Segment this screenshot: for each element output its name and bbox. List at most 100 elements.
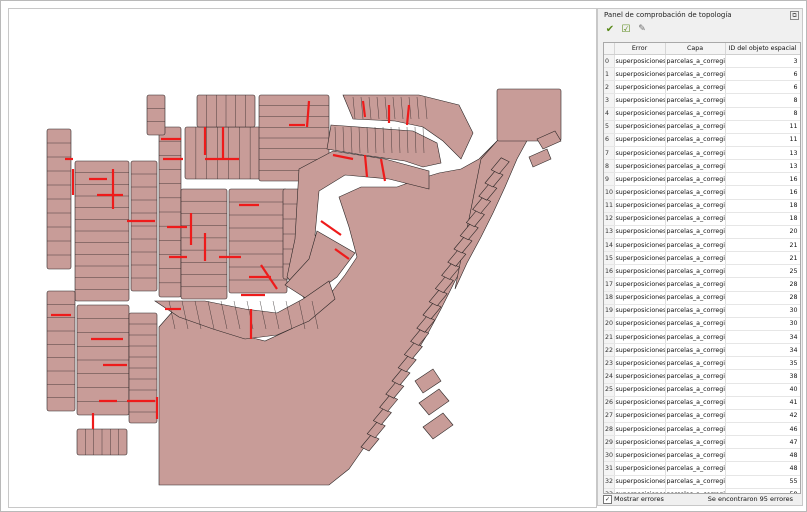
row-index[interactable]: 26 xyxy=(604,396,615,410)
row-index[interactable]: 8 xyxy=(604,159,615,174)
row-index[interactable]: 21 xyxy=(604,330,615,345)
row-index[interactable]: 0 xyxy=(604,54,615,69)
row-index[interactable]: 27 xyxy=(604,409,615,423)
row-index[interactable]: 33 xyxy=(604,488,615,493)
column-header-error[interactable]: Error xyxy=(614,43,666,55)
row-index[interactable]: 24 xyxy=(604,369,615,384)
table-row[interactable]: 21 superposiciones parcelas_a_corregir 34 xyxy=(604,330,800,345)
validate-extent-button[interactable]: ☑ xyxy=(620,23,632,35)
column-header-index[interactable] xyxy=(604,43,615,55)
row-index[interactable]: 11 xyxy=(604,199,615,213)
panel-footer: ✓ Mostrar errores Se encontraron 95 erro… xyxy=(603,495,799,505)
parcel-map[interactable] xyxy=(9,9,596,507)
row-index[interactable]: 31 xyxy=(604,461,615,476)
parcel-block xyxy=(422,412,454,440)
show-errors-checkbox[interactable]: ✓ xyxy=(603,495,612,504)
row-index[interactable]: 1 xyxy=(604,67,615,82)
table-row[interactable]: 31 superposiciones parcelas_a_corregir 48 xyxy=(604,461,800,476)
table-row[interactable]: 16 superposiciones parcelas_a_corregir 25 xyxy=(604,264,800,279)
configure-rules-button[interactable]: ✎ xyxy=(636,23,648,35)
float-panel-icon[interactable]: ⧉ xyxy=(790,11,799,20)
table-row[interactable]: 24 superposiciones parcelas_a_corregir 38 xyxy=(604,369,800,384)
layer-cell: parcelas_a_corregir xyxy=(665,172,726,187)
table-row[interactable]: 20 superposiciones parcelas_a_corregir 30 xyxy=(604,317,800,331)
table-row[interactable]: 28 superposiciones parcelas_a_corregir 46 xyxy=(604,422,800,437)
table-row[interactable]: 23 superposiciones parcelas_a_corregir 35 xyxy=(604,356,800,371)
errors-table: Error Capa ID del objeto espacial 0 super… xyxy=(604,43,800,493)
table-row[interactable]: 2 superposiciones parcelas_a_corregir 6 xyxy=(604,80,800,95)
table-row[interactable]: 17 superposiciones parcelas_a_corregir 28 xyxy=(604,277,800,292)
error-type-cell: superposiciones xyxy=(614,461,666,476)
table-row[interactable]: 10 superposiciones parcelas_a_corregir 16 xyxy=(604,185,800,200)
table-row[interactable]: 18 superposiciones parcelas_a_corregir 28 xyxy=(604,291,800,305)
row-index[interactable]: 19 xyxy=(604,304,615,318)
row-index[interactable]: 17 xyxy=(604,277,615,292)
table-row[interactable]: 1 superposiciones parcelas_a_corregir 6 xyxy=(604,67,800,82)
row-index[interactable]: 13 xyxy=(604,225,615,239)
row-index[interactable]: 2 xyxy=(604,80,615,95)
table-row[interactable]: 22 superposiciones parcelas_a_corregir 34 xyxy=(604,343,800,358)
row-index[interactable]: 4 xyxy=(604,107,615,121)
show-errors-label[interactable]: Mostrar errores xyxy=(614,495,664,503)
table-row[interactable]: 19 superposiciones parcelas_a_corregir 30 xyxy=(604,304,800,318)
table-row[interactable]: 3 superposiciones parcelas_a_corregir 8 xyxy=(604,93,800,108)
feature-id-cell: 18 xyxy=(725,199,800,213)
table-row[interactable]: 9 superposiciones parcelas_a_corregir 16 xyxy=(604,172,800,187)
table-row[interactable]: 12 superposiciones parcelas_a_corregir 18 xyxy=(604,212,800,226)
error-type-cell: superposiciones xyxy=(614,54,666,69)
table-row[interactable]: 15 superposiciones parcelas_a_corregir 21 xyxy=(604,251,800,266)
feature-id-cell: 13 xyxy=(725,146,800,161)
map-canvas[interactable] xyxy=(8,8,597,508)
row-index[interactable]: 25 xyxy=(604,383,615,397)
row-index[interactable]: 23 xyxy=(604,356,615,371)
error-type-cell: superposiciones xyxy=(614,172,666,187)
table-row[interactable]: 0 superposiciones parcelas_a_corregir 3 xyxy=(604,54,800,69)
validate-all-button[interactable]: ✔ xyxy=(604,23,616,35)
row-index[interactable]: 15 xyxy=(604,251,615,266)
feature-id-cell: 13 xyxy=(725,159,800,174)
table-row[interactable]: 7 superposiciones parcelas_a_corregir 13 xyxy=(604,146,800,161)
table-row[interactable]: 30 superposiciones parcelas_a_corregir 48 xyxy=(604,448,800,463)
row-index[interactable]: 10 xyxy=(604,185,615,200)
row-index[interactable]: 32 xyxy=(604,475,615,489)
row-index[interactable]: 18 xyxy=(604,291,615,305)
row-index[interactable]: 29 xyxy=(604,435,615,450)
table-row[interactable]: 33superposicionesparcelas_a_corregir58 xyxy=(604,488,800,493)
table-row[interactable]: 14 superposiciones parcelas_a_corregir 21 xyxy=(604,238,800,253)
row-index[interactable]: 3 xyxy=(604,93,615,108)
table-row[interactable]: 11 superposiciones parcelas_a_corregir 18 xyxy=(604,199,800,213)
row-index[interactable]: 9 xyxy=(604,172,615,187)
row-index[interactable]: 6 xyxy=(604,133,615,147)
column-header-feature-id[interactable]: ID del objeto espacial xyxy=(725,43,800,55)
column-header-layer[interactable]: Capa xyxy=(665,43,726,55)
table-row[interactable]: 25 superposiciones parcelas_a_corregir 40 xyxy=(604,383,800,397)
table-row[interactable]: 13 superposiciones parcelas_a_corregir 20 xyxy=(604,225,800,239)
row-index[interactable]: 7 xyxy=(604,146,615,161)
feature-id-cell: 41 xyxy=(725,396,800,410)
layer-cell: parcelas_a_corregir xyxy=(665,435,726,450)
table-row[interactable]: 26 superposiciones parcelas_a_corregir 41 xyxy=(604,396,800,410)
layer-cell: parcelas_a_corregir xyxy=(665,251,726,266)
row-index[interactable]: 5 xyxy=(604,120,615,134)
table-row[interactable]: 32 superposiciones parcelas_a_corregir 55 xyxy=(604,475,800,489)
row-index[interactable]: 16 xyxy=(604,264,615,279)
feature-id-cell: 38 xyxy=(725,369,800,384)
table-row[interactable]: 6 superposiciones parcelas_a_corregir 11 xyxy=(604,133,800,147)
row-index[interactable]: 22 xyxy=(604,343,615,358)
row-index[interactable]: 30 xyxy=(604,448,615,463)
row-index[interactable]: 12 xyxy=(604,212,615,226)
table-row[interactable]: 8 superposiciones parcelas_a_corregir 13 xyxy=(604,159,800,174)
layer-cell: parcelas_a_corregir xyxy=(665,356,726,371)
table-row[interactable]: 4 superposiciones parcelas_a_corregir 8 xyxy=(604,107,800,121)
feature-id-cell: 6 xyxy=(725,67,800,82)
row-index[interactable]: 14 xyxy=(604,238,615,253)
row-index[interactable]: 20 xyxy=(604,317,615,331)
row-index[interactable]: 28 xyxy=(604,422,615,437)
table-row[interactable]: 29 superposiciones parcelas_a_corregir 47 xyxy=(604,435,800,450)
layer-cell: parcelas_a_corregir xyxy=(665,277,726,292)
table-row[interactable]: 5 superposiciones parcelas_a_corregir 11 xyxy=(604,120,800,134)
table-row[interactable]: 27 superposiciones parcelas_a_corregir 42 xyxy=(604,409,800,423)
layer-cell: parcelas_a_corregir xyxy=(665,317,726,331)
errors-table-container[interactable]: Error Capa ID del objeto espacial 0 super… xyxy=(603,42,801,494)
error-type-cell: superposiciones xyxy=(614,475,666,489)
